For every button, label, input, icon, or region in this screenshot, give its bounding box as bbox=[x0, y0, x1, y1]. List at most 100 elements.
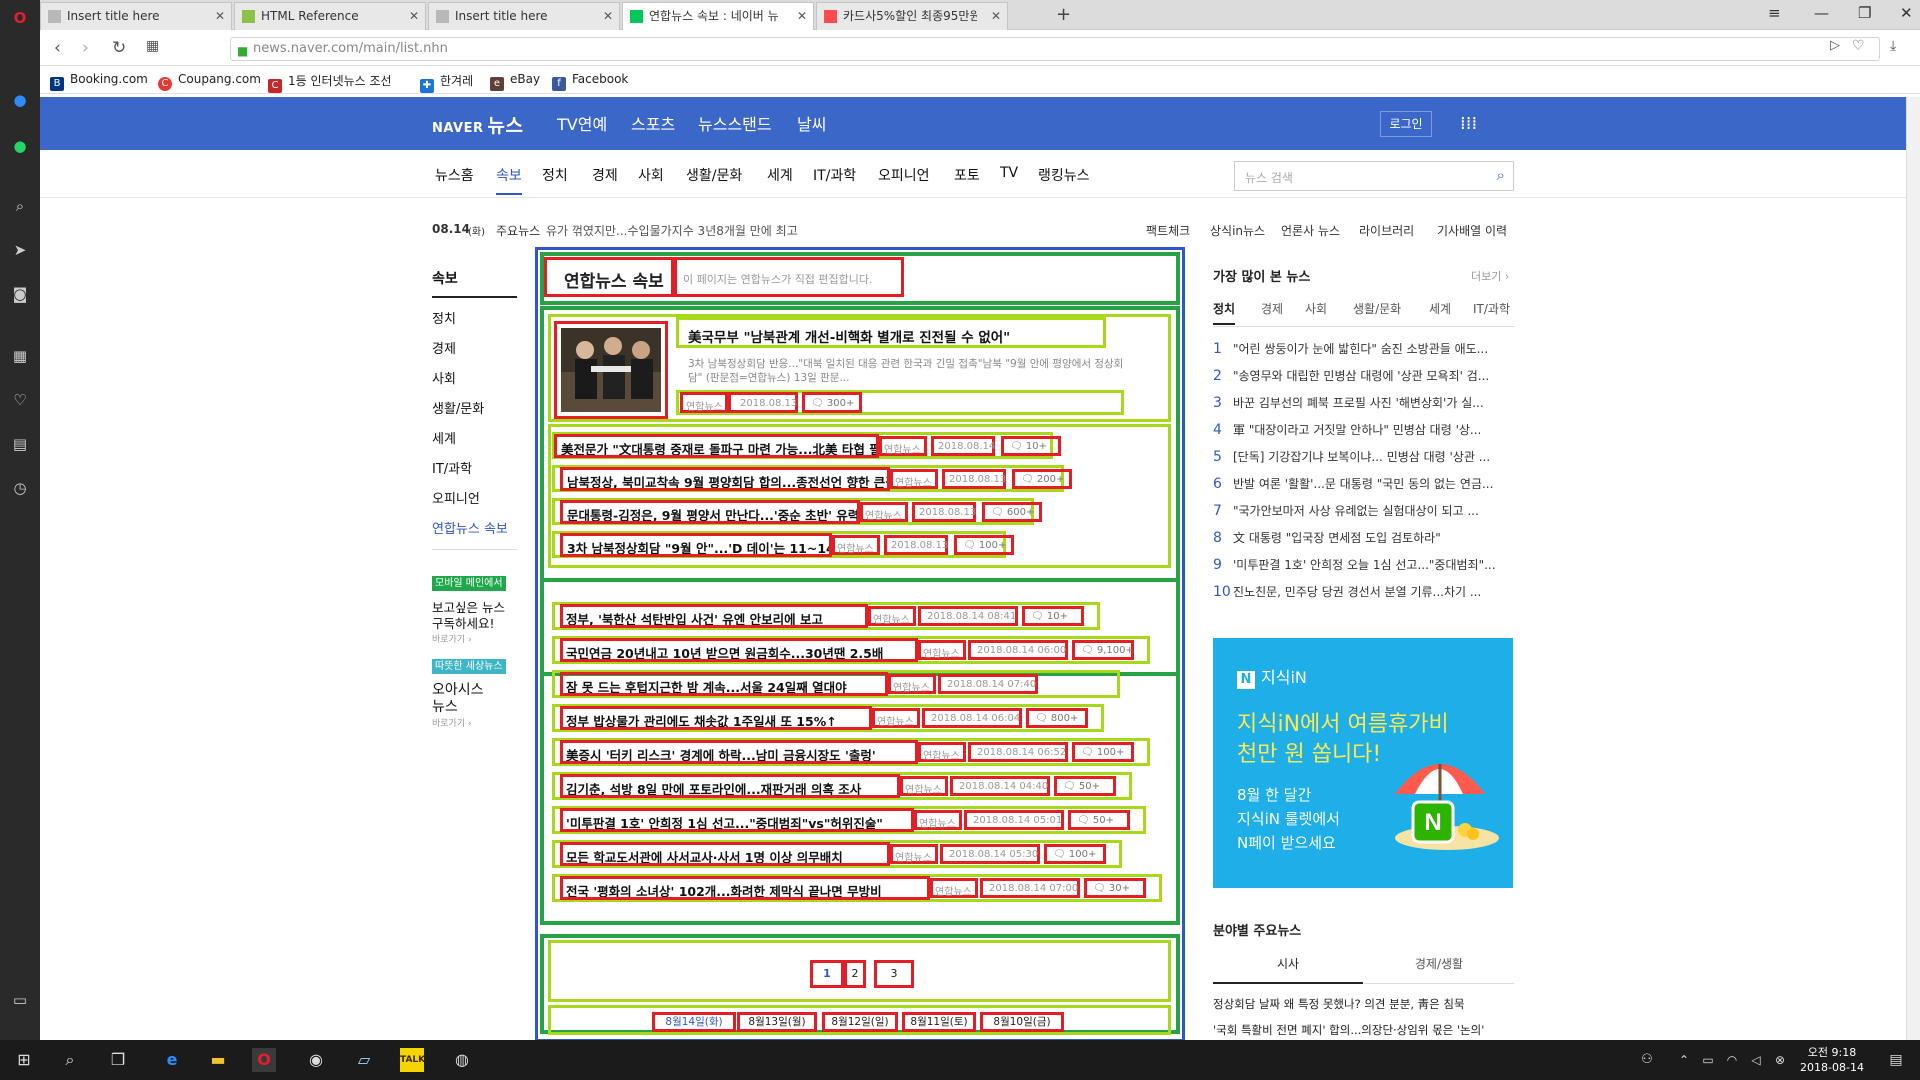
cat-photo[interactable]: 포토 bbox=[954, 165, 980, 185]
promo-link[interactable]: 바로가기 › bbox=[432, 632, 472, 645]
cat-it[interactable]: IT/과학 bbox=[813, 165, 856, 185]
topnav-sports[interactable]: 스포츠 bbox=[631, 111, 675, 135]
window-close-icon[interactable]: ✕ bbox=[1900, 4, 1913, 22]
tab-society[interactable]: 사회 bbox=[1305, 300, 1327, 317]
browser-tab[interactable]: Insert title here ✕ bbox=[40, 2, 232, 30]
news-icon[interactable]: ▤ bbox=[10, 434, 30, 454]
ranking-item[interactable]: 2 "송영무와 대립한 민병삼 대령에 '상관 모욕죄' 검... bbox=[1213, 367, 1513, 384]
cat-ranking[interactable]: 랭킹뉴스 bbox=[1038, 165, 1090, 185]
cat-tv[interactable]: TV bbox=[1000, 165, 1018, 181]
page-3-button[interactable]: 3 bbox=[874, 960, 914, 988]
file-explorer-icon[interactable]: ▬ bbox=[206, 1048, 230, 1072]
leftnav-item-society[interactable]: 사회 bbox=[432, 368, 456, 387]
task-view-icon[interactable]: ❒ bbox=[106, 1048, 130, 1072]
restore-icon[interactable]: ❐ bbox=[1858, 4, 1871, 22]
browser-tab[interactable]: 카드사5%할인 최종95만원 ✕ bbox=[816, 2, 1008, 30]
topnav-newsstand[interactable]: 뉴스스탠드 bbox=[698, 111, 772, 135]
list-comments[interactable]: 🗨 50+ bbox=[1068, 810, 1130, 830]
browser-tab[interactable]: Insert title here ✕ bbox=[428, 2, 620, 30]
url-field[interactable]: ■ news.naver.com/main/list.nhn bbox=[230, 37, 1880, 61]
list-headline[interactable]: 김기춘, 석방 8일 만에 포토라인에...재판거래 의혹 조사 bbox=[560, 774, 900, 798]
top-list-headline[interactable]: 美전문가 "文대통령 중재로 돌파구 마련 가능...北美 타협 필요" bbox=[554, 434, 879, 458]
search-icon[interactable]: ⌕ bbox=[1497, 166, 1505, 184]
page-scrollbar[interactable] bbox=[1906, 97, 1920, 1040]
tab-life[interactable]: 생활/문화 bbox=[1353, 300, 1401, 317]
top-list-comments[interactable]: 🗨 200+ bbox=[1012, 469, 1072, 489]
date-1-link[interactable]: 8월13일(월) bbox=[737, 1012, 817, 1032]
section-tab-economy[interactable]: 경제/생활 bbox=[1364, 946, 1514, 984]
apps-grid-icon[interactable]: ⁞⁞⁞ bbox=[1460, 113, 1477, 134]
browser-tab[interactable]: HTML Reference ✕ bbox=[234, 2, 426, 30]
leftnav-item-life[interactable]: 생활/문화 bbox=[432, 398, 484, 417]
page-1-button[interactable]: 1 bbox=[810, 960, 844, 988]
send-icon[interactable]: ➤ bbox=[10, 240, 30, 260]
link-library[interactable]: 라이브러리 bbox=[1359, 222, 1414, 239]
bookmark-chosun[interactable]: C 1등 인터넷뉴스 조선 bbox=[268, 72, 392, 93]
ranking-item[interactable]: 4 軍 "대장이라고 거짓말 안하나" 민병삼 대령 '상... bbox=[1213, 421, 1513, 438]
cat-society[interactable]: 사회 bbox=[638, 165, 664, 185]
opera-icon[interactable]: O bbox=[252, 1048, 276, 1072]
top-list-comments[interactable]: 🗨 600+ bbox=[982, 502, 1042, 522]
page-2-button[interactable]: 2 bbox=[844, 960, 866, 988]
heart-icon[interactable]: ♡ bbox=[10, 390, 30, 410]
sidebar-toggle-icon[interactable]: ▭ bbox=[10, 990, 30, 1010]
date-4-link[interactable]: 8월10일(금) bbox=[980, 1012, 1064, 1032]
cat-home[interactable]: 뉴스홈 bbox=[435, 165, 474, 185]
edge-icon[interactable]: e bbox=[160, 1048, 184, 1072]
close-icon[interactable]: ✕ bbox=[991, 3, 1001, 29]
section-tab-current[interactable]: 시사 bbox=[1213, 946, 1363, 984]
whatsapp-icon[interactable]: ● bbox=[10, 136, 30, 156]
download-icon[interactable]: ⤓ bbox=[1890, 38, 1896, 54]
leftnav-item-yonhap[interactable]: 연합뉴스 속보 bbox=[432, 518, 508, 537]
speed-dial-icon[interactable]: ▦ bbox=[10, 346, 30, 366]
featured-comments[interactable]: 🗨 300+ bbox=[802, 392, 862, 413]
close-icon[interactable]: ✕ bbox=[797, 3, 807, 29]
link-factcheck[interactable]: 팩트체크 bbox=[1146, 222, 1190, 239]
bookmark-ebay[interactable]: e eBay bbox=[490, 72, 540, 91]
top-list-comments[interactable]: 🗨 100+ bbox=[954, 535, 1014, 555]
ranking-item[interactable]: 10 진노친문, 민주당 당권 경선서 분열 기류...차기 ... bbox=[1213, 583, 1513, 600]
topnav-weather[interactable]: 날씨 bbox=[797, 111, 826, 135]
cat-breaking[interactable]: 속보 bbox=[496, 165, 522, 195]
leftnav-item-opinion[interactable]: 오피니언 bbox=[432, 488, 480, 507]
windows-start-icon[interactable]: ⊞ bbox=[12, 1048, 36, 1072]
battery-icon[interactable]: ▭ bbox=[1696, 1048, 1720, 1072]
tab-world[interactable]: 세계 bbox=[1429, 300, 1451, 317]
date-3-link[interactable]: 8월11일(토) bbox=[902, 1012, 976, 1032]
featured-headline[interactable]: 美국무부 "남북관계 개선-비핵화 별개로 진전될 수 없어" bbox=[688, 326, 1098, 346]
tab-menu-icon[interactable]: ≡ bbox=[1768, 4, 1781, 22]
cat-life[interactable]: 생활/문화 bbox=[686, 165, 742, 185]
volume-icon[interactable]: ◁ bbox=[1744, 1048, 1768, 1072]
list-comments[interactable]: 🗨 50+ bbox=[1054, 776, 1116, 796]
ranking-item[interactable]: 1 "어린 쌍둥이가 눈에 밟힌다" 숨진 소방관들 애도... bbox=[1213, 340, 1513, 357]
cat-economy[interactable]: 경제 bbox=[592, 165, 618, 185]
promo-link[interactable]: 바로가기 › bbox=[432, 716, 472, 729]
topnav-tv[interactable]: TV연예 bbox=[557, 111, 607, 135]
date-0-link[interactable]: 8월14일(화) bbox=[652, 1012, 736, 1032]
back-icon[interactable]: ‹ bbox=[54, 38, 61, 58]
tray-arrow-icon[interactable]: ⌃ bbox=[1672, 1048, 1696, 1072]
jisik-in-ad[interactable]: N 지식iN 지식iN에서 여름휴가비 천만 원 쏩니다! 8월 한 달간 지식i… bbox=[1213, 638, 1513, 888]
cat-opinion[interactable]: 오피니언 bbox=[878, 165, 930, 185]
close-icon[interactable]: ✕ bbox=[409, 3, 419, 29]
history-icon[interactable]: ◷ bbox=[10, 478, 30, 498]
kakaotalk-icon[interactable]: TALK bbox=[400, 1048, 425, 1072]
forward-icon[interactable]: › bbox=[82, 38, 89, 58]
top-list-comments[interactable]: 🗨 10+ bbox=[1001, 436, 1061, 456]
list-headline[interactable]: 美증시 '터키 리스크' 경계에 하락...남미 금융시장도 '출렁' bbox=[560, 740, 918, 764]
steam-icon[interactable]: ◉ bbox=[304, 1048, 328, 1072]
promo-text[interactable]: 구독하세요! bbox=[432, 613, 495, 632]
list-headline[interactable]: 잠 못 드는 후텁지근한 밤 계속...서울 24일째 열대야 bbox=[560, 672, 888, 696]
cat-politics[interactable]: 정치 bbox=[542, 165, 568, 185]
wifi-icon[interactable]: ◠ bbox=[1720, 1048, 1744, 1072]
clock-time[interactable]: 오전 9:18 bbox=[1800, 1044, 1864, 1060]
bookmark-heart-icon[interactable]: ♡ bbox=[1852, 38, 1865, 54]
ranking-item[interactable]: 8 文 대통령 "입국장 면세점 도입 검토하라" bbox=[1213, 529, 1513, 546]
list-headline[interactable]: '미투판결 1호' 안희정 1심 선고..."중대범죄"vs"허위진술" bbox=[560, 808, 914, 832]
section-item[interactable]: '국회 특활비 전면 폐지' 합의...의장단·상임위 몫은 '논의' bbox=[1213, 1022, 1513, 1038]
login-button[interactable]: 로그인 bbox=[1380, 111, 1432, 137]
top-list-headline[interactable]: 문대통령-김정은, 9월 평양서 만난다...'중순 초반' 유력 거론 bbox=[560, 500, 860, 524]
bookmark-facebook[interactable]: f Facebook bbox=[552, 72, 628, 91]
app-icon[interactable]: ◍ bbox=[450, 1048, 474, 1072]
top-list-headline[interactable]: 남북정상, 북미교착속 9월 평양회담 합의...종전선언 향한 큰걸음 bbox=[560, 467, 890, 491]
